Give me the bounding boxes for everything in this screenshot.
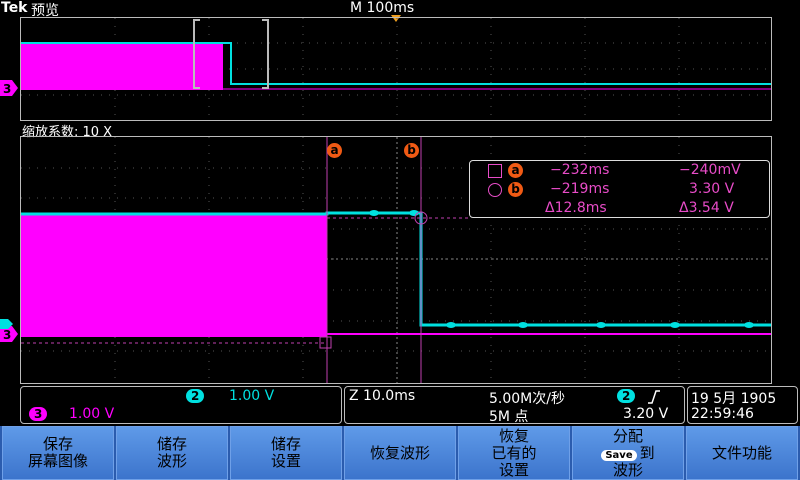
channel-scale-panel[interactable]: 2 1.00 V 3 1.00 V [20, 386, 342, 424]
btn5-line2: 已有的 [491, 443, 537, 462]
btn2-line2: 波形 [156, 452, 187, 470]
btn3-line1: 储存 [270, 435, 301, 453]
cursor-delta-time: Δ12.8ms [545, 200, 607, 216]
overview-waveform-window[interactable] [20, 17, 772, 121]
cursor-b-circle-icon [488, 183, 502, 197]
recall-setup-button[interactable]: 恢复 已有的 设置 [458, 426, 570, 480]
ch3-main-marker-label: 3 [3, 328, 11, 342]
ch3-main-trace [21, 213, 327, 337]
btn1-line1: 保存 [42, 435, 73, 453]
rising-edge-icon [648, 390, 660, 404]
cursor-a-label[interactable]: a [327, 143, 342, 158]
sample-rate-readout: 5.00M次/秒 [489, 391, 565, 407]
date-readout: 19 5月 1905 [691, 391, 777, 407]
ch2-badge: 2 [186, 389, 205, 403]
btn1-line2: 屏幕图像 [27, 452, 88, 470]
zoom-time-readout: Z 10.0ms [349, 388, 416, 404]
btn6-line3: 波形 [612, 460, 643, 479]
cursor-a-tag: a [508, 163, 523, 178]
overview-svg [21, 18, 771, 120]
ch2-scale: 1.00 V [229, 388, 275, 404]
btn6-line1: 分配 [612, 426, 643, 445]
save-screen-image-button[interactable]: 保存 屏幕图像 [2, 426, 114, 480]
cursor-a-square-icon [488, 164, 502, 178]
ch3-overview-marker[interactable]: 3 [0, 80, 20, 96]
btn4-line1: 恢复波形 [369, 443, 430, 462]
save-waveform-button[interactable]: 储存 波形 [116, 426, 228, 480]
trigger-channel-badge: 2 [617, 389, 636, 403]
btn6-line2-row: Save 到 [601, 443, 655, 462]
btn2-line1: 储存 [156, 435, 187, 453]
ch2-main-marker[interactable] [0, 319, 14, 329]
cursor-readout-panel[interactable]: a −232ms −240mV b −219ms 3.30 V Δ12.8ms … [469, 160, 770, 218]
ch3-scale: 1.00 V [69, 406, 115, 422]
tek-logo: Tek [1, 0, 28, 16]
cursor-a-time: −232ms [550, 162, 610, 178]
timebase-readout: M 100ms [350, 0, 415, 16]
recall-waveform-button[interactable]: 恢复波形 [344, 426, 456, 480]
save-key-icon: Save [601, 449, 637, 461]
cursor-delta-volt: Δ3.54 V [679, 200, 734, 216]
btn6-line2: 到 [639, 443, 655, 462]
time-readout: 22:59:46 [691, 406, 754, 422]
assign-save-button[interactable]: 分配 Save 到 波形 [572, 426, 684, 480]
cursor-b-label[interactable]: b [404, 143, 419, 158]
date-time-panel: 19 5月 1905 22:59:46 [687, 386, 798, 424]
ch3-badge: 3 [29, 407, 48, 421]
cursor-b-volt: 3.30 V [689, 181, 735, 197]
file-utilities-button[interactable]: 文件功能 [686, 426, 798, 480]
cursor-a-volt: −240mV [679, 162, 741, 178]
acquisition-trigger-panel[interactable]: Z 10.0ms 5.00M次/秒 5M 点 2 3.20 V [344, 386, 685, 425]
ch3-overview-marker-label: 3 [3, 82, 11, 96]
record-length-readout: 5M 点 [489, 409, 529, 425]
save-setup-button[interactable]: 储存 设置 [230, 426, 342, 480]
cursor-b-tag: b [508, 182, 523, 197]
btn7-line1: 文件功能 [711, 443, 772, 462]
cursor-b-time: −219ms [550, 181, 610, 197]
trigger-level-readout: 3.20 V [623, 406, 669, 422]
ch3-overview-trace [21, 44, 223, 90]
btn5-line1: 恢复 [498, 426, 529, 445]
btn5-line3: 设置 [498, 460, 529, 479]
btn3-line2: 设置 [270, 452, 301, 470]
